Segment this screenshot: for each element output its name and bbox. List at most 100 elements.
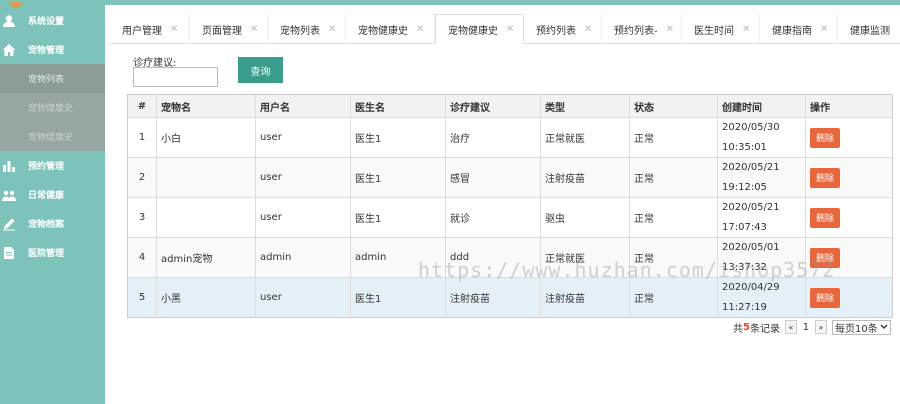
created-clock: 19:12:05 (722, 181, 767, 193)
sidebar-subitem-pet-health-history[interactable]: 宠物健康史 (0, 93, 105, 122)
sidebar-item-pet-management[interactable]: 宠物管理 (0, 35, 105, 64)
sidebar-subitem-pet-list[interactable]: 宠物列表 (0, 64, 105, 93)
close-icon[interactable]: ✕ (584, 24, 592, 35)
tab-health-monitoring[interactable]: 健康监测 (838, 14, 900, 44)
advice-cell: 注射疫苗 (445, 278, 540, 317)
pet-name-cell: 小白 (156, 118, 255, 157)
page-size-value: 每页10条 (834, 323, 878, 335)
tab-appointment-list-2[interactable]: 预约列表- ✕ (602, 14, 682, 44)
column-header: 诊疗建议 (445, 95, 540, 117)
pet-name-cell (156, 198, 255, 237)
user-name-cell: user (255, 278, 350, 317)
page-size-select[interactable]: 每页10条 (831, 319, 891, 335)
row-number: 4 (138, 252, 146, 263)
bar-chart-icon (2, 159, 16, 173)
close-icon[interactable]: ✕ (742, 24, 750, 35)
sidebar-subitem-label: 宠物列表 (28, 75, 65, 85)
tab-pet-health-history[interactable]: 宠物健康史 ✕ (346, 14, 435, 44)
row-number: 1 (138, 132, 146, 143)
tab-label: 健康监测 (850, 25, 890, 37)
doctor-name-cell: 医生1 (350, 158, 445, 197)
advice-search-input[interactable] (133, 67, 218, 87)
tab-appointment-list[interactable]: 预约列表 ✕ (524, 14, 602, 44)
type-cell: 正常就医 (540, 118, 629, 157)
tab-label: 宠物列表 (280, 25, 320, 37)
action-cell: 删除 (805, 198, 894, 237)
doctor-name-cell: 医生1 (350, 118, 445, 157)
sidebar-subitem-label: 宠物健康史 (28, 133, 74, 143)
close-icon[interactable]: ✕ (250, 24, 258, 35)
status-cell: 正常 (629, 118, 717, 157)
user-name-cell: user (255, 118, 350, 157)
pet-name-cell (156, 158, 255, 197)
query-button[interactable]: 查询 (238, 57, 283, 83)
sidebar-item-appointment-management[interactable]: 预约管理 (0, 151, 105, 180)
row-number: 5 (138, 292, 146, 303)
chevron-down-icon (880, 324, 888, 329)
table-row: 2 user 医生1 感冒 注射疫苗 正常 2020/05/21 19:12:0… (128, 157, 892, 197)
sidebar-subitem-label: 宠物健康史 (28, 104, 74, 114)
created-clock: 11:27:19 (722, 301, 767, 313)
sidebar-item-label: 宠物档案 (28, 220, 65, 230)
table-row: 5 小黑 user 医生1 注射疫苗 注射疫苗 正常 2020/04/29 11… (128, 277, 892, 317)
advice-cell: 治疗 (445, 118, 540, 157)
tab-label: 健康指南 (772, 25, 812, 37)
advice-cell: 就诊 (445, 198, 540, 237)
tab-label: 宠物健康史 (448, 25, 498, 37)
tab-pet-health-history-active[interactable]: 宠物健康史 ✕ (435, 14, 524, 44)
delete-button[interactable]: 删除 (810, 127, 840, 148)
created-time-cell: 2020/05/21 17:07:43 (717, 198, 805, 237)
tab-page-management[interactable]: 页面管理 ✕ (190, 14, 268, 44)
column-header: 宠物名 (156, 95, 255, 117)
tab-pet-list[interactable]: 宠物列表 ✕ (268, 14, 346, 44)
delete-button[interactable]: 删除 (810, 167, 840, 188)
column-header: # (137, 100, 147, 112)
doctor-name-cell: 医生1 (350, 198, 445, 237)
sidebar-item-label: 日常健康 (28, 191, 65, 201)
delete-button[interactable]: 删除 (810, 287, 840, 308)
prev-page-button[interactable]: « (784, 320, 797, 334)
current-page-button[interactable]: 1 (797, 320, 815, 334)
column-header: 用户名 (255, 95, 350, 117)
tab-health-guide[interactable]: 健康指南 ✕ (760, 14, 838, 44)
document-icon (2, 246, 16, 260)
column-header: 状态 (629, 95, 717, 117)
sidebar-item-hospital-management[interactable]: 医院管理 (0, 238, 105, 267)
sidebar-item-daily-health[interactable]: 日常健康 (0, 180, 105, 209)
column-header: 操作 (805, 95, 894, 117)
sidebar-item-label: 医院管理 (28, 249, 65, 259)
sidebar-subitem-pet-health-history-2[interactable]: 宠物健康史 (0, 122, 105, 151)
tab-user-management[interactable]: 用户管理 ✕ (110, 14, 190, 44)
table-row: 3 user 医生1 就诊 驱虫 正常 2020/05/21 17:07:43 … (128, 197, 892, 237)
column-header: 类型 (540, 95, 629, 117)
close-icon[interactable]: ✕ (506, 24, 514, 35)
sidebar: 系统设置 宠物管理 宠物列表 宠物健康史 宠物健康史 预约管理 日常健康 宠物档… (0, 2, 105, 404)
type-cell: 注射疫苗 (540, 278, 629, 317)
created-time-cell: 2020/05/30 10:35:01 (717, 118, 805, 157)
user-name-cell: user (255, 198, 350, 237)
created-time-cell: 2020/05/21 19:12:05 (717, 158, 805, 197)
delete-button[interactable]: 删除 (810, 207, 840, 228)
action-cell: 删除 (805, 158, 894, 197)
top-bar (0, 0, 900, 5)
close-icon[interactable]: ✕ (666, 24, 674, 35)
close-icon[interactable]: ✕ (820, 24, 828, 35)
close-icon[interactable]: ✕ (416, 24, 424, 35)
close-icon[interactable]: ✕ (328, 24, 336, 35)
doctor-name-cell: 医生1 (350, 278, 445, 317)
close-icon[interactable]: ✕ (170, 24, 178, 35)
created-clock: 10:35:01 (722, 141, 767, 153)
user-icon (2, 14, 16, 28)
total-suffix: 条记录 (749, 323, 780, 335)
sidebar-item-pet-records[interactable]: 宠物档案 (0, 209, 105, 238)
status-cell: 正常 (629, 278, 717, 317)
sidebar-item-system-settings[interactable]: 系统设置 (0, 6, 105, 35)
next-page-button[interactable]: » (814, 320, 827, 334)
table-row: 1 小白 user 医生1 治疗 正常就医 正常 2020/05/30 10:3… (128, 117, 892, 157)
home-icon (2, 43, 16, 57)
tab-label: 用户管理 (122, 25, 162, 37)
watermark-text: https://www.huzhan.com/ishop3572 (418, 258, 836, 282)
tab-doctor-time[interactable]: 医生时间 ✕ (682, 14, 760, 44)
users-icon (2, 188, 16, 202)
pet-name-cell: admin宠物 (156, 238, 255, 277)
